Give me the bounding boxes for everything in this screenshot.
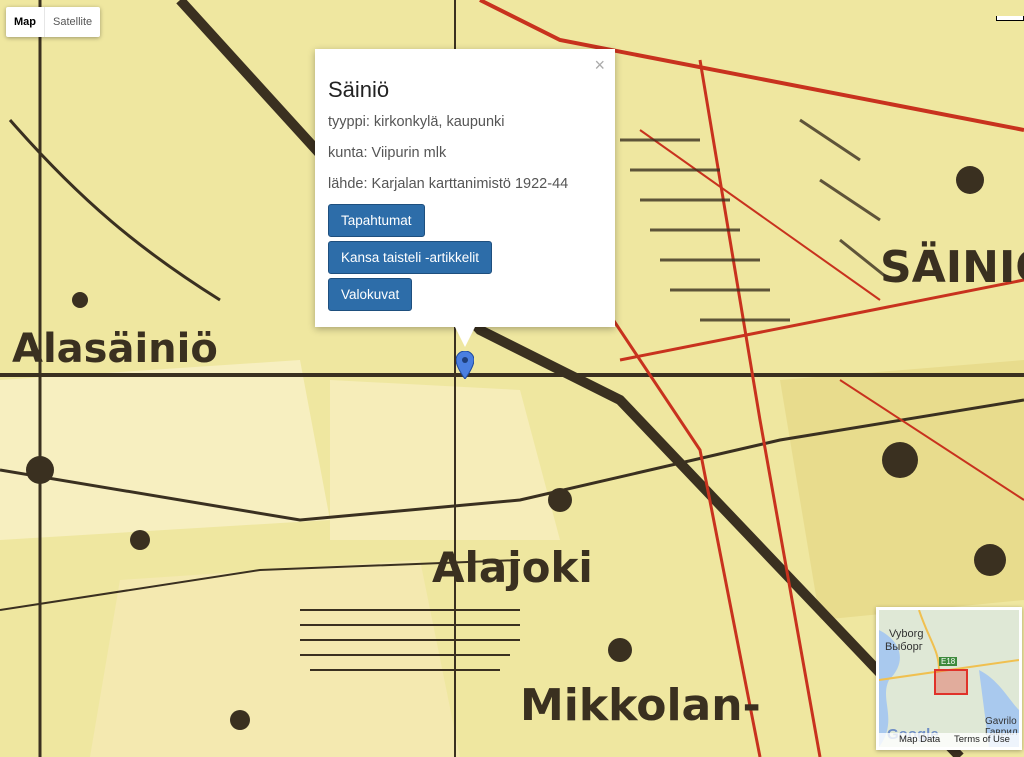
minimap-footer: Map Data Terms of Use [879,733,1019,747]
map-scale [996,16,1024,21]
overview-minimap[interactable]: Vyborg Выборг E18 Gavrilo Гаврил Google … [876,607,1022,750]
place-title: Säiniö [328,77,390,102]
place-municipality: kunta: Viipurin mlk [328,145,447,161]
minimap-highway-label: E18 [939,657,958,666]
minimap-town-fi: Gavrilo [985,716,1017,727]
map-label-sainio: SÄINIÖ [880,240,1024,293]
map-type-satellite-button[interactable]: Satellite [45,7,100,37]
map-marker-icon[interactable] [455,350,475,384]
place-source: lähde: Karjalan karttanimistö 1922-44 [328,176,569,192]
minimap-city-ru: Выборг [885,641,923,653]
events-button[interactable]: Tapahtumat [328,204,425,237]
info-window: × Säiniö tyyppi: kirkonkylä, kaupunki ku… [315,49,615,327]
info-window-tail [455,327,475,347]
terms-of-use-link[interactable]: Terms of Use [954,734,1010,745]
map-label-alajoki: Alajoki [432,543,593,592]
place-type: tyyppi: kirkonkylä, kaupunki [328,114,505,130]
map-type-map-button[interactable]: Map [6,7,44,37]
map-data-link[interactable]: Map Data [899,734,940,745]
photos-button[interactable]: Valokuvat [328,278,413,311]
minimap-city-fi: Vyborg [889,628,924,640]
map-label-mikkolan: Mikkolan- [520,680,761,731]
minimap-tiles: Vyborg Выборг E18 Gavrilo Гаврил Google … [879,610,1019,747]
map-label-alasainio: Alasäiniö [12,326,218,372]
close-icon[interactable]: × [594,55,605,76]
map-type-control: Map Satellite [6,7,101,37]
articles-button[interactable]: Kansa taisteli -artikkelit [328,241,493,274]
